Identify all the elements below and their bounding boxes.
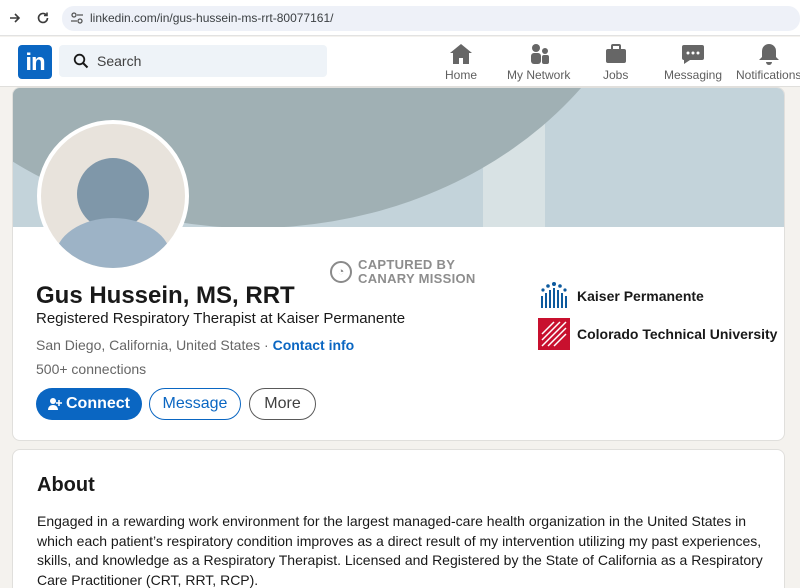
connections-count[interactable]: 500+ connections bbox=[36, 361, 146, 377]
nav-home-label: Home bbox=[445, 68, 478, 82]
profile-location-line: San Diego, California, United States · C… bbox=[36, 337, 354, 353]
more-button[interactable]: More bbox=[249, 388, 316, 420]
location-separator: · bbox=[260, 337, 273, 353]
nav-home[interactable]: Home bbox=[445, 43, 477, 83]
about-text: Engaged in a rewarding work environment … bbox=[37, 513, 763, 588]
jobs-icon bbox=[605, 44, 626, 63]
avatar[interactable] bbox=[37, 120, 189, 272]
search-placeholder: Search bbox=[97, 53, 142, 69]
profile-name: Gus Hussein, MS, RRT bbox=[36, 282, 295, 309]
nav-jobs-label: Jobs bbox=[603, 68, 629, 82]
address-bar[interactable]: linkedin.com/in/gus-hussein-ms-rrt-80077… bbox=[62, 6, 800, 31]
messaging-icon bbox=[682, 45, 705, 64]
canary-mission-icon: ◔ bbox=[330, 261, 352, 283]
org-kaiser-label: Kaiser Permanente bbox=[577, 288, 704, 304]
ctu-logo bbox=[538, 318, 570, 350]
contact-info-link[interactable]: Contact info bbox=[273, 337, 355, 353]
network-icon bbox=[530, 44, 549, 64]
search-icon bbox=[73, 53, 89, 69]
about-title: About bbox=[37, 474, 95, 496]
linkedin-logo[interactable]: in bbox=[18, 45, 52, 79]
org-ctu-label: Colorado Technical University bbox=[577, 326, 778, 342]
nav-my-network[interactable]: My Network bbox=[507, 43, 570, 83]
watermark-line1: CAPTURED BY bbox=[358, 257, 456, 272]
site-settings-icon[interactable] bbox=[70, 12, 84, 24]
about-section: About Engaged in a rewarding work enviro… bbox=[12, 449, 785, 588]
org-colorado-technical-university[interactable]: Colorado Technical University bbox=[538, 318, 777, 350]
message-button[interactable]: Message bbox=[149, 388, 241, 420]
add-person-icon bbox=[48, 398, 62, 410]
profile-headline: Registered Respiratory Therapist at Kais… bbox=[36, 310, 406, 327]
nav-messaging-label: Messaging bbox=[664, 68, 723, 82]
nav-my-network-label: My Network bbox=[507, 68, 571, 82]
nav-messaging[interactable]: Messaging bbox=[664, 43, 722, 83]
linkedin-global-nav: in Search Home My Network Jobs Messaging… bbox=[0, 37, 800, 87]
forward-arrow-icon[interactable] bbox=[6, 9, 24, 27]
nav-jobs[interactable]: Jobs bbox=[603, 43, 628, 83]
org-kaiser-permanente[interactable]: Kaiser Permanente bbox=[538, 280, 704, 312]
kaiser-permanente-logo bbox=[541, 282, 567, 308]
nav-notifications[interactable]: Notifications bbox=[736, 43, 800, 83]
watermark: ◔ CAPTURED BY CANARY MISSION bbox=[330, 258, 476, 286]
avatar-body bbox=[55, 218, 171, 268]
more-button-label: More bbox=[264, 395, 301, 412]
connect-button[interactable]: Connect bbox=[36, 388, 142, 420]
message-button-label: Message bbox=[162, 395, 228, 412]
search-input[interactable]: Search bbox=[59, 45, 327, 77]
connect-button-label: Connect bbox=[66, 395, 130, 412]
url-text[interactable]: linkedin.com/in/gus-hussein-ms-rrt-80077… bbox=[90, 11, 333, 25]
home-icon bbox=[450, 44, 472, 64]
watermark-line2: CANARY MISSION bbox=[358, 271, 476, 286]
bell-icon bbox=[758, 44, 779, 65]
browser-toolbar: linkedin.com/in/gus-hussein-ms-rrt-80077… bbox=[0, 0, 800, 36]
reload-icon[interactable] bbox=[34, 9, 52, 27]
profile-location: San Diego, California, United States bbox=[36, 337, 261, 353]
nav-notifications-label: Notifications bbox=[736, 68, 800, 82]
